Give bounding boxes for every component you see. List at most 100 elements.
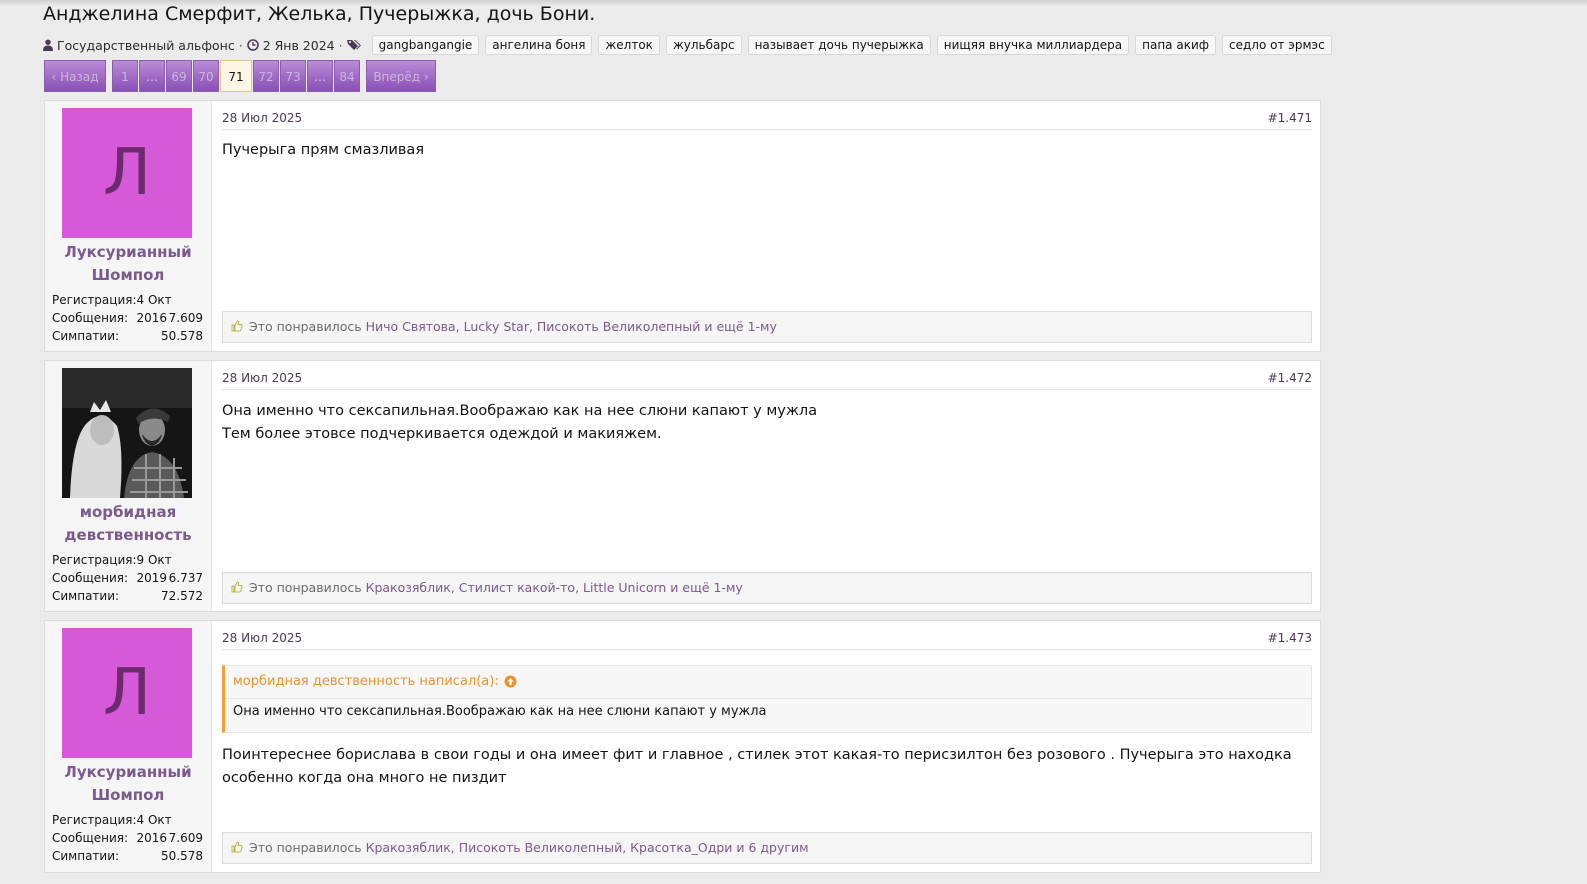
page-ellipsis[interactable]: … (307, 60, 333, 92)
user-stats: Регистрация: 4 Окт 2016 Сообщения: 7.609 С… (52, 291, 203, 345)
username-link[interactable]: Луксурианный Шомпол (45, 241, 211, 287)
post-header: 28 Июл 2025 #1.471 (222, 109, 1312, 130)
post-header: 28 Июл 2025 #1.472 (222, 369, 1312, 390)
current-page[interactable]: 71 (220, 60, 252, 92)
post-user-panel: морбидная девственность Регистрация: 9 Ок… (45, 361, 212, 611)
user-icon (43, 39, 53, 51)
quote-author[interactable]: морбидная девственность написал(а): (233, 674, 499, 689)
post-date-link[interactable]: 28 Июл 2025 (222, 631, 302, 645)
post-date-link[interactable]: 28 Июл 2025 (222, 111, 302, 125)
avatar-letter: Л (102, 656, 152, 730)
meta-separator: · (238, 37, 243, 53)
stat-label-registration: Регистрация: (52, 293, 137, 307)
avatar[interactable]: Л (62, 108, 192, 238)
stat-label-registration: Регистрация: (52, 813, 137, 827)
stat-label-likes: Симпатии: (52, 849, 120, 863)
thread-meta: Государственный альфонс · 2 Янв 2024 · g… (43, 34, 1332, 56)
tag-link[interactable]: называет дочь пучерыжка (747, 35, 931, 55)
likes-bar: Это понравилось Ничо Святова, Lucky Star… (222, 311, 1312, 343)
user-stats: Регистрация: 9 Окт 2019 Сообщения: 6.737 С… (52, 551, 203, 605)
page-link[interactable]: 69 (166, 60, 192, 92)
quote-divider (225, 698, 1311, 699)
meta-separator: · (338, 37, 343, 53)
next-page-button[interactable]: Вперёд › (366, 60, 436, 92)
tag-link[interactable]: gangbangangie (371, 35, 480, 55)
stat-label-messages: Сообщения: (52, 571, 129, 585)
post: морбидная девственность Регистрация: 9 Ок… (44, 360, 1321, 612)
avatar-letter: Л (102, 136, 152, 210)
post-text: Пучерыга прям смазливая (222, 142, 425, 158)
post-number-link[interactable]: #1.472 (1268, 371, 1312, 385)
tag-list: gangbangangie ангелина боня желток жульбарс… (366, 35, 1332, 55)
arrow-up-circle-icon[interactable] (504, 675, 517, 688)
thread-date-link[interactable]: 2 Янв 2024 (263, 38, 335, 53)
tag-link[interactable]: желток (598, 35, 660, 55)
thread-author-link[interactable]: Государственный альфонс (57, 38, 235, 53)
post-body: 28 Июл 2025 #1.472 Она именно что сексап… (222, 361, 1312, 611)
quote-header[interactable]: морбидная девственность написал(а): (233, 674, 517, 689)
liked-more-link[interactable]: и ещё 1-му (704, 319, 777, 334)
likes-bar: Это понравилось Кракозяблик, Писокоть Ве… (222, 832, 1312, 864)
thread-title: Анджелина Смерфит, Желька, Пучерыжка, до… (43, 3, 596, 25)
tags-icon (346, 39, 362, 51)
page-link[interactable]: 73 (280, 60, 306, 92)
username-link[interactable]: морбидная девственность (45, 501, 211, 547)
post-number-link[interactable]: #1.473 (1268, 631, 1312, 645)
stat-messages[interactable]: 7.609 (169, 309, 203, 327)
stat-label-registration: Регистрация: (52, 553, 137, 567)
stat-messages[interactable]: 6.737 (169, 569, 203, 587)
thumbs-up-icon (231, 834, 243, 864)
username-link[interactable]: Луксурианный Шомпол (45, 761, 211, 807)
liked-more-link[interactable]: и 6 другим (736, 840, 808, 855)
liked-by-users[interactable]: Кракозяблик, Писокоть Великолепный, Крас… (366, 840, 733, 855)
page-link[interactable]: 72 (253, 60, 279, 92)
stat-likes: 50.578 (161, 329, 203, 343)
tag-link[interactable]: седло от эрмэс (1222, 35, 1332, 55)
prev-page-button[interactable]: ‹ Назад (44, 60, 106, 92)
post: Л Луксурианный Шомпол Регистрация: 4 Окт … (44, 620, 1321, 873)
tag-link[interactable]: нищяя внучка миллиардера (936, 35, 1130, 55)
stat-label-likes: Симпатии: (52, 329, 120, 343)
avatar-photo[interactable] (62, 368, 192, 498)
liked-more-link[interactable]: и ещё 1-му (670, 580, 743, 595)
tag-link[interactable]: папа акиф (1135, 35, 1216, 55)
page-link[interactable]: 70 (193, 60, 219, 92)
post-date-link[interactable]: 28 Июл 2025 (222, 371, 302, 385)
post-body: 28 Июл 2025 #1.473 морбидная девственнос… (222, 621, 1312, 872)
stat-registration: 4 Окт 2016 (136, 813, 172, 845)
likes-prefix: Это понравилось (249, 580, 362, 595)
stat-label-messages: Сообщения: (52, 311, 129, 325)
post-header: 28 Июл 2025 #1.473 (222, 629, 1312, 650)
post-text-line: Тем более этовсе подчеркивается одеждой … (222, 426, 662, 442)
stat-likes: 50.578 (161, 849, 203, 863)
stat-messages[interactable]: 7.609 (169, 829, 203, 847)
quote-text: Она именно что сексапильная.Воображаю ка… (233, 704, 767, 719)
liked-by-users[interactable]: Кракозяблик, Стилист какой-то, Little Un… (366, 580, 667, 595)
post-number-link[interactable]: #1.471 (1268, 111, 1312, 125)
quote-block: морбидная девственность написал(а): Она … (222, 665, 1312, 733)
page-link[interactable]: 1 (112, 60, 138, 92)
stat-registration: 9 Окт 2019 (136, 553, 172, 585)
post-user-panel: Л Луксурианный Шомпол Регистрация: 4 Окт … (45, 621, 212, 872)
tag-link[interactable]: ангелина боня (485, 35, 593, 55)
page-ellipsis[interactable]: … (139, 60, 165, 92)
likes-prefix: Это понравилось (249, 319, 362, 334)
likes-bar: Это понравилось Кракозяблик, Стилист как… (222, 572, 1312, 604)
post-text-line: Поинтереснее борислава в свои годы и она… (222, 747, 1292, 763)
stat-label-likes: Симпатии: (52, 589, 120, 603)
page-link[interactable]: 84 (334, 60, 360, 92)
thumbs-up-icon (231, 313, 243, 343)
post-user-panel: Л Луксурианный Шомпол Регистрация: 4 Окт … (45, 101, 212, 351)
tag-link[interactable]: жульбарс (665, 35, 742, 55)
post-message: Пучерыга прям смазливая (222, 139, 1312, 162)
clock-icon (246, 39, 259, 51)
liked-by-users[interactable]: Ничо Святова, Lucky Star, Писокоть Велик… (366, 319, 701, 334)
pagination: ‹ Назад 1… 69 70 71 72 73… 84 Вперёд › (44, 60, 437, 92)
post-body: 28 Июл 2025 #1.471 Пучерыга прям смазлив… (222, 101, 1312, 351)
post-text-line: Она именно что сексапильная.Воображаю ка… (222, 403, 818, 419)
avatar[interactable]: Л (62, 628, 192, 758)
thumbs-up-icon (231, 574, 243, 604)
user-stats: Регистрация: 4 Окт 2016 Сообщения: 7.609 С… (52, 811, 203, 865)
stat-likes: 72.572 (161, 589, 203, 603)
post-text-line: особенно когда она много не пиздит (222, 770, 507, 786)
